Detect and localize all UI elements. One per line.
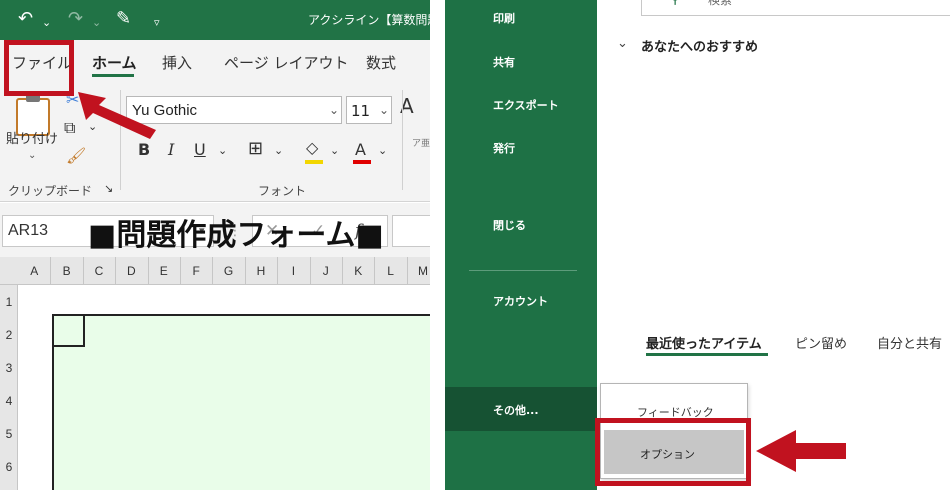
tab-insert[interactable]: 挿入 <box>162 52 192 73</box>
screenshot-root: ↶ ⌄ ↷ ⌄ ✎ ▿ アクシライン【算数問題 ファイル ホーム 挿入 ページ … <box>0 0 950 490</box>
name-box-value: AR13 <box>8 222 49 239</box>
tab-pinned[interactable]: ピン留め <box>795 333 847 352</box>
font-size-value: 11 <box>351 102 371 120</box>
undo-dropdown-icon[interactable]: ⌄ <box>42 12 51 34</box>
backstage-view: 印刷 共有 エクスポート 発行 閉じる アカウント その他... ⚲ 検索 ⌄ … <box>445 0 950 490</box>
font-name-select[interactable]: Yu Gothic ⌄ <box>126 96 342 124</box>
row-header[interactable]: 1 <box>0 295 18 309</box>
customize-qat-icon[interactable]: ▿ <box>154 12 160 34</box>
fill-color-icon[interactable]: ◇ <box>306 138 318 157</box>
font-color-swatch <box>353 160 371 164</box>
clipboard-group-label: クリップボード <box>8 184 93 198</box>
options-highlight <box>595 418 751 486</box>
pointer-arrow-icon <box>756 430 846 472</box>
fill-color-dropdown-icon[interactable]: ⌄ <box>330 144 339 157</box>
tab-home[interactable]: ホーム <box>92 52 137 73</box>
row-header[interactable]: 2 <box>0 328 18 342</box>
nav-item-publish[interactable]: 発行 <box>493 140 515 156</box>
font-color-dropdown-icon[interactable]: ⌄ <box>378 144 387 157</box>
column-header[interactable]: C <box>83 264 115 278</box>
column-header[interactable]: I <box>277 264 309 278</box>
format-painter-icon[interactable]: 🖌 <box>66 146 86 165</box>
nav-item-close[interactable]: 閉じる <box>493 217 526 233</box>
pointer-arrow-icon <box>78 92 156 139</box>
file-tab-highlight <box>4 40 74 96</box>
touch-mode-icon[interactable]: ✎ <box>116 8 131 30</box>
underline-dropdown-icon[interactable]: ⌄ <box>218 144 227 157</box>
search-input[interactable]: ⚲ 検索 <box>641 0 950 16</box>
search-icon: ⚲ <box>670 0 680 7</box>
title-bar: ↶ ⌄ ↷ ⌄ ✎ ▿ アクシライン【算数問題 <box>0 0 430 40</box>
underline-button[interactable]: U <box>194 140 206 159</box>
redo-icon[interactable]: ↷ <box>68 8 83 30</box>
fill-color-swatch <box>305 160 323 164</box>
bold-button[interactable]: B <box>138 140 150 159</box>
column-header[interactable]: M <box>407 264 430 278</box>
borders-dropdown-icon[interactable]: ⌄ <box>274 144 283 157</box>
nav-divider <box>469 270 577 271</box>
chevron-down-icon[interactable]: ⌄ <box>617 36 628 51</box>
worksheet-grid: ABCDEFGHIJKLM 1 2 3 4 5 6 <box>0 257 430 490</box>
tab-recent[interactable]: 最近使ったアイテム <box>646 333 762 352</box>
nav-item-print[interactable]: 印刷 <box>493 10 515 26</box>
column-header[interactable]: K <box>342 264 374 278</box>
backstage-nav: 印刷 共有 エクスポート 発行 閉じる アカウント その他... <box>445 0 597 490</box>
clipboard-launcher-icon[interactable]: ↘ <box>104 182 113 195</box>
excel-window: ↶ ⌄ ↷ ⌄ ✎ ▿ アクシライン【算数問題 ファイル ホーム 挿入 ページ … <box>0 0 430 490</box>
phonetic-icon[interactable]: ア亜 <box>412 136 430 149</box>
column-header[interactable]: E <box>148 264 180 278</box>
ribbon-home: 貼り付け ⌄ ✂ ⧉ ⌄ 🖌 クリップボード ↘ Yu Gothic ⌄ 11 … <box>0 84 430 202</box>
font-group-label: フォント <box>258 184 307 198</box>
row-header[interactable]: 3 <box>0 361 18 375</box>
nav-item-share[interactable]: 共有 <box>493 54 515 70</box>
nav-item-export[interactable]: エクスポート <box>493 97 559 113</box>
row-headers: 1 2 3 4 5 6 <box>0 285 18 490</box>
borders-icon[interactable]: ⊞ <box>248 138 263 159</box>
column-header[interactable]: H <box>245 264 277 278</box>
column-header[interactable]: B <box>50 264 82 278</box>
active-tab-indicator <box>646 353 768 356</box>
tab-page-layout[interactable]: ページ レイアウト <box>224 52 348 73</box>
form-title: ■問題作成フォーム■ <box>88 218 384 253</box>
column-header[interactable]: G <box>212 264 244 278</box>
column-header[interactable]: L <box>374 264 406 278</box>
recommended-heading[interactable]: あなたへのおすすめ <box>641 36 758 55</box>
nav-item-more[interactable]: その他... <box>493 402 539 418</box>
tab-shared-with-me[interactable]: 自分と共有 <box>877 333 942 352</box>
column-header[interactable]: A <box>18 264 50 278</box>
row-header[interactable]: 5 <box>0 427 18 441</box>
form-area[interactable] <box>52 314 430 490</box>
column-headers: ABCDEFGHIJKLM <box>0 257 430 285</box>
paste-button-label[interactable]: 貼り付け <box>6 128 58 147</box>
copy-icon[interactable]: ⧉ <box>64 118 75 138</box>
active-tab-indicator <box>92 74 134 77</box>
row-header[interactable]: 4 <box>0 394 18 408</box>
chevron-down-icon: ⌄ <box>329 103 340 117</box>
font-color-button[interactable]: A <box>355 140 366 159</box>
column-header[interactable]: D <box>115 264 147 278</box>
column-header[interactable]: J <box>310 264 342 278</box>
font-size-select[interactable]: 11 ⌄ <box>346 96 392 124</box>
window-title: アクシライン【算数問題 <box>308 13 430 27</box>
search-placeholder: 検索 <box>708 0 733 7</box>
undo-icon[interactable]: ↶ <box>18 8 33 30</box>
row-header[interactable]: 6 <box>0 460 18 474</box>
paste-dropdown-icon[interactable]: ⌄ <box>28 150 36 161</box>
formula-input[interactable] <box>392 215 430 247</box>
redo-dropdown-icon[interactable]: ⌄ <box>92 12 101 34</box>
bordered-cell[interactable] <box>52 314 85 347</box>
nav-item-account[interactable]: アカウント <box>493 293 548 309</box>
ribbon-separator <box>402 90 403 190</box>
chevron-down-icon: ⌄ <box>379 103 390 117</box>
tab-formulas[interactable]: 数式 <box>366 52 396 73</box>
italic-button[interactable]: I <box>168 140 174 159</box>
column-header[interactable]: F <box>180 264 212 278</box>
